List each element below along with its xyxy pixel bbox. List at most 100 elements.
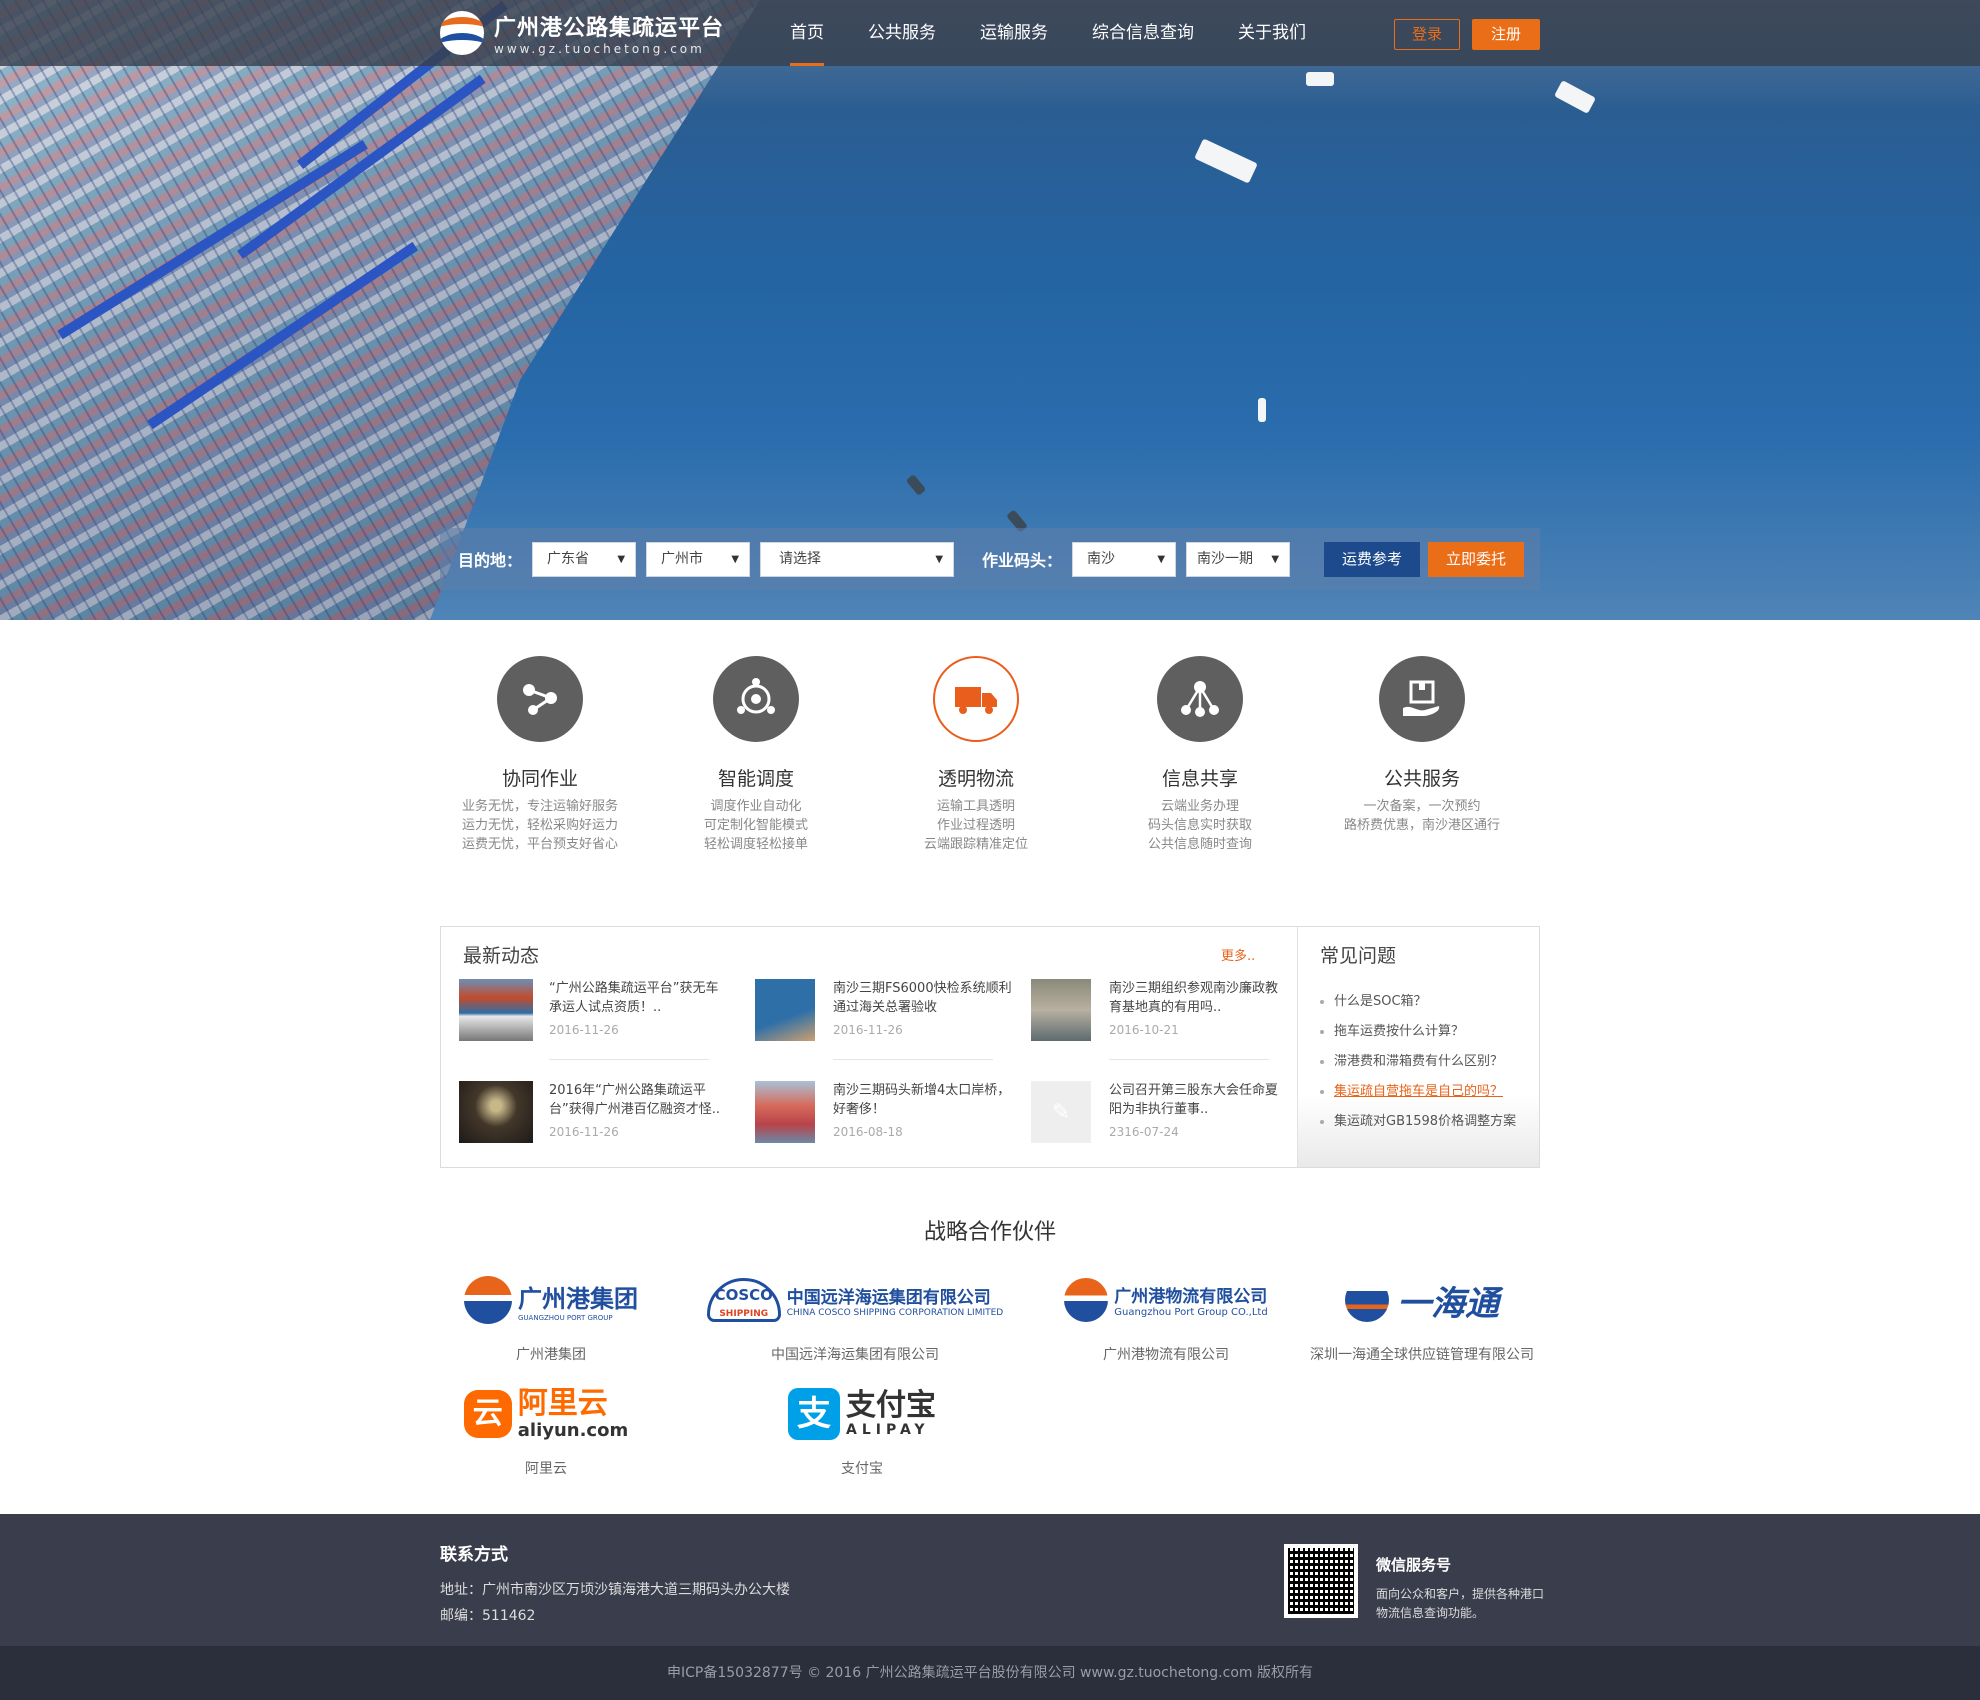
swirl-logo-icon (1064, 1278, 1109, 1322)
faq-item[interactable]: 什么是SOC箱？ (1320, 987, 1516, 1017)
register-button[interactable]: 注册 (1472, 19, 1540, 50)
partner-aliyun[interactable]: 云 阿里云 aliyun.com 阿里云 (446, 1384, 646, 1478)
city-select[interactable]: 广州市 ▼ (646, 541, 751, 577)
feature-smart-dispatch[interactable]: 智能调度 调度作业自动化 可定制化智能模式 轻松调度轻松接单 (656, 656, 856, 854)
divider (833, 1059, 993, 1060)
hero-banner: 广州港公路集疏运平台 www.gz.tuochetong.com 首页 公共服务… (0, 0, 1980, 620)
terminal-select[interactable]: 南沙 ▼ (1072, 541, 1177, 577)
feature-collaboration[interactable]: 协同作业 业务无忧，专注运输好服务 运力无忧，轻松采购好运力 运费无忧，平台预支好省… (440, 656, 640, 854)
feature-info-sharing[interactable]: 信息共享 云端业务办理 码头信息实时获取 公共信息随时查询 (1100, 656, 1300, 854)
news-more-link[interactable]: 更多.. (1221, 945, 1255, 964)
partner-logo-subtext: GUANGZHOU PORT GROUP (518, 1313, 613, 1322)
partner-guangzhou-port-logistics[interactable]: 广州港物流有限公司 Guangzhou Port Group CO.,Ltd 广… (1046, 1270, 1286, 1364)
swirl-logo-icon (464, 1276, 512, 1324)
news-panel: 最新动态 更多.. “广州公路集疏运平台”获无车承运人试点资质！.. 2016-… (440, 926, 1540, 1168)
nav-transport-service[interactable]: 运输服务 (980, 0, 1048, 66)
news-date: 2016-08-18 (833, 1125, 903, 1139)
partner-alipay[interactable]: 支 支付宝 ALIPAY 支付宝 (762, 1384, 962, 1478)
partner-logo-text: 阿里云 (517, 1385, 608, 1421)
news-title: 最新动态 (463, 945, 540, 967)
partner-cosco[interactable]: COSCO SHIPPING 中国远洋海运集团有限公司 CHINA COSCO S… (690, 1270, 1020, 1364)
wechat-block: 微信服务号 面向公众和客户，提供各种港口物流信息查询功能。 (1376, 1554, 1546, 1623)
share-nodes-icon (497, 656, 583, 742)
feature-desc: 可定制化智能模式 (703, 818, 808, 833)
province-select[interactable]: 广东省 ▼ (532, 541, 637, 577)
cosco-logo-mark-sub: SHIPPING (719, 1309, 769, 1319)
feature-title: 透明物流 (937, 768, 1014, 790)
footer: 联系方式 地址：广州市南沙区万顷沙镇海港大道三期码头办公大楼 邮编：511462… (0, 1514, 1980, 1646)
terminal-value: 南沙 (1087, 550, 1116, 567)
ship-graphic (905, 474, 927, 496)
terminal-label: 作业码头： (982, 551, 1063, 570)
feature-desc: 云端业务办理 (1160, 799, 1239, 814)
contact-title: 联系方式 (440, 1545, 508, 1565)
order-now-button[interactable]: 立即委托 (1428, 541, 1525, 577)
district-value: 请选择 (779, 550, 822, 567)
ship-graphic (1258, 398, 1266, 422)
faq-item[interactable]: 集运疏自营拖车是自己的吗？ (1320, 1077, 1516, 1107)
news-thumbnail (459, 1081, 533, 1143)
faq-item[interactable]: 拖车运费按什么计算？ (1320, 1017, 1516, 1047)
news-thumbnail (755, 1081, 815, 1143)
copyright-bar: 申ICP备15032877号 © 2016 广州公路集疏运平台股份有限公司 ww… (0, 1646, 1980, 1700)
network-icon (1157, 656, 1243, 742)
truck-icon (933, 656, 1019, 742)
cosco-logo-mark: COSCO (714, 1286, 773, 1304)
fee-reference-button[interactable]: 运费参考 (1324, 541, 1421, 577)
logo-url: www.gz.tuochetong.com (494, 42, 705, 56)
feature-desc: 作业过程透明 (936, 818, 1015, 833)
feature-desc: 运力无忧，轻松采购好运力 (461, 818, 618, 833)
faq-item[interactable]: 滞港费和滞箱费有什么区别？ (1320, 1047, 1516, 1077)
feature-desc: 公共信息随时查询 (1147, 837, 1252, 852)
feature-transparent-logistics[interactable]: 透明物流 运输工具透明 作业过程透明 云端跟踪精准定位 (876, 656, 1076, 854)
wechat-qr-code (1284, 1544, 1358, 1618)
faq-item[interactable]: 集运疏对GB1598价格调整方案 (1320, 1107, 1516, 1137)
partner-logo-subtext: CHINA COSCO SHIPPING CORPORATION LIMITED (786, 1307, 1004, 1318)
faq-list: 什么是SOC箱？ 拖车运费按什么计算？ 滞港费和滞箱费有什么区别？ 集运疏自营拖… (1320, 987, 1516, 1137)
partner-caption: 广州港物流有限公司 (1103, 1347, 1229, 1363)
dropdown-arrow-icon: ▼ (731, 553, 740, 565)
nav-public-service[interactable]: 公共服务 (868, 0, 936, 66)
ship-graphic (1553, 80, 1597, 114)
district-select[interactable]: 请选择 ▼ (760, 541, 955, 577)
divider (1109, 1059, 1269, 1060)
news-item[interactable]: ✎ 公司召开第三股东大会任命夏阳为非执行董事.. 2316-07-24 (1031, 1081, 1301, 1151)
nav-home[interactable]: 首页 (790, 0, 824, 66)
feature-desc: 一次备案，一次预约 (1363, 799, 1481, 814)
contact-address: 地址：广州市南沙区万顷沙镇海港大道三期码头办公大楼 (440, 1582, 790, 1598)
ship-graphic (1306, 72, 1334, 86)
alipay-logo-icon: 支 (788, 1388, 840, 1440)
news-date: 2016-10-21 (1109, 1023, 1179, 1037)
partner-logo-subtext: ALIPAY (846, 1422, 930, 1438)
divider (549, 1059, 709, 1060)
news-thumbnail (755, 979, 815, 1041)
ship-logo-icon (1345, 1278, 1389, 1322)
partner-logo-subtext: aliyun.com (517, 1419, 629, 1441)
news-headline: 公司召开第三股东大会任命夏阳为非执行董事.. (1109, 1083, 1279, 1117)
news-item[interactable]: 南沙三期组织参观南沙廉政教育基地真的有用吗.. 2016-10-21 (1031, 979, 1301, 1049)
news-headline: 南沙三期组织参观南沙廉政教育基地真的有用吗.. (1109, 981, 1279, 1015)
partner-yihaitong[interactable]: 一海通 深圳一海通全球供应链管理有限公司 (1304, 1270, 1540, 1364)
news-item[interactable]: 南沙三期码头新增4太口岸桥，好奢侈！ 2016-08-18 (755, 1081, 1025, 1151)
partner-caption: 中国远洋海运集团有限公司 (771, 1347, 939, 1363)
news-headline: “广州公路集疏运平台”获无车承运人试点资质！.. (549, 981, 719, 1015)
news-item[interactable]: 2016年“广州公路集疏运平台”获得广州港百亿融资才怪.. 2016-11-26 (459, 1081, 729, 1151)
nav-info-query[interactable]: 综合信息查询 (1092, 0, 1194, 66)
partner-caption: 深圳一海通全球供应链管理有限公司 (1310, 1347, 1534, 1363)
terminal-phase-select[interactable]: 南沙一期 ▼ (1186, 541, 1291, 577)
feature-desc: 云端跟踪精准定位 (923, 837, 1028, 852)
nav-about-us[interactable]: 关于我们 (1238, 0, 1306, 66)
destination-label: 目的地： (458, 551, 523, 570)
site-logo[interactable]: 广州港公路集疏运平台 www.gz.tuochetong.com (440, 10, 724, 56)
news-date: 2016-11-26 (549, 1125, 619, 1139)
partner-guangzhou-port-group[interactable]: 广州港集团 GUANGZHOU PORT GROUP 广州港集团 (446, 1270, 656, 1364)
news-item[interactable]: “广州公路集疏运平台”获无车承运人试点资质！.. 2016-11-26 (459, 979, 729, 1049)
feature-desc: 调度作业自动化 (710, 799, 802, 814)
feature-public-service[interactable]: 公共服务 一次备案，一次预约 路桥费优惠，南沙港区通行 (1332, 656, 1512, 835)
dropdown-arrow-icon: ▼ (935, 553, 944, 565)
login-button[interactable]: 登录 (1394, 19, 1460, 50)
dispatch-cycle-icon (713, 656, 799, 742)
news-item[interactable]: 南沙三期FS6000快检系统顺利通过海关总署验收 2016-11-26 (755, 979, 1025, 1049)
ship-graphic (1194, 138, 1258, 184)
partner-logo-text: 一海通 (1397, 1283, 1499, 1324)
